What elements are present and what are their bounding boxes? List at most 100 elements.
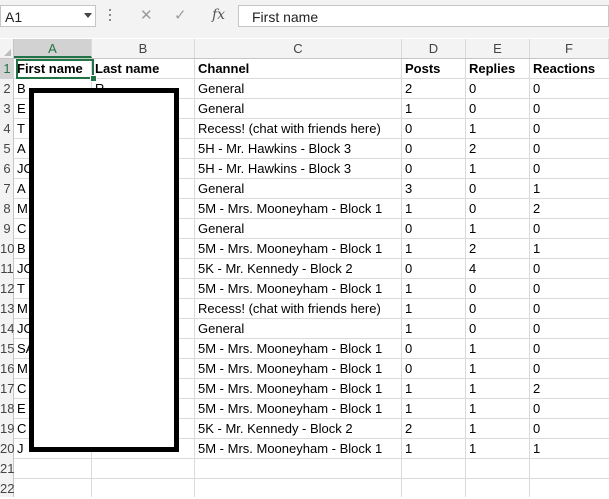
insert-function-icon[interactable]: fx: [212, 7, 225, 23]
cell-f18[interactable]: 0: [530, 399, 540, 419]
cell-c9[interactable]: General: [195, 219, 244, 239]
cell-a2[interactable]: B: [14, 79, 26, 99]
cell-e5[interactable]: 2: [466, 139, 476, 159]
cell-e20[interactable]: 1: [466, 439, 476, 459]
cell-b1[interactable]: Last name: [92, 59, 159, 79]
row-header-22[interactable]: 22: [0, 479, 14, 499]
cell-e10[interactable]: 2: [466, 239, 476, 259]
column-header-c[interactable]: C: [195, 39, 402, 58]
cell-a19[interactable]: C: [14, 419, 26, 439]
cell-a8[interactable]: M: [14, 199, 28, 219]
name-box[interactable]: A1: [0, 5, 96, 27]
row-header-16[interactable]: 16: [0, 359, 14, 379]
cell-f14[interactable]: 0: [530, 319, 540, 339]
cell-f10[interactable]: 1: [530, 239, 540, 259]
cell-c15[interactable]: 5M - Mrs. Mooneyham - Block 1: [195, 339, 382, 359]
cell-a5[interactable]: A: [14, 139, 26, 159]
row-header-8[interactable]: 8: [0, 199, 14, 219]
cell-a12[interactable]: T: [14, 279, 25, 299]
cell-d1[interactable]: Posts: [402, 59, 440, 79]
cell-c10[interactable]: 5M - Mrs. Mooneyham - Block 1: [195, 239, 382, 259]
cell-c5[interactable]: 5H - Mr. Hawkins - Block 3: [195, 139, 351, 159]
cell-f13[interactable]: 0: [530, 299, 540, 319]
cell-d16[interactable]: 0: [402, 359, 412, 379]
row-header-11[interactable]: 11: [0, 259, 14, 279]
cell-e13[interactable]: 0: [466, 299, 476, 319]
row-header-17[interactable]: 17: [0, 379, 14, 399]
cell-e15[interactable]: 1: [466, 339, 476, 359]
cell-d17[interactable]: 1: [402, 379, 412, 399]
cell-d4[interactable]: 0: [402, 119, 412, 139]
cell-c20[interactable]: 5M - Mrs. Mooneyham - Block 1: [195, 439, 382, 459]
cell-c12[interactable]: 5M - Mrs. Mooneyham - Block 1: [195, 279, 382, 299]
cell-e11[interactable]: 4: [466, 259, 476, 279]
cell-e6[interactable]: 1: [466, 159, 476, 179]
cell-c1[interactable]: Channel: [195, 59, 249, 79]
cell-a18[interactable]: E: [14, 399, 26, 419]
row-header-2[interactable]: 2: [0, 79, 14, 99]
row-header-5[interactable]: 5: [0, 139, 14, 159]
cell-a9[interactable]: C: [14, 219, 26, 239]
cell-f3[interactable]: 0: [530, 99, 540, 119]
cell-e8[interactable]: 0: [466, 199, 476, 219]
column-header-a[interactable]: A: [14, 39, 92, 58]
cell-d19[interactable]: 2: [402, 419, 412, 439]
cell-d11[interactable]: 0: [402, 259, 412, 279]
cell-e4[interactable]: 1: [466, 119, 476, 139]
cell-a16[interactable]: M: [14, 359, 28, 379]
cell-f9[interactable]: 0: [530, 219, 540, 239]
cell-e17[interactable]: 1: [466, 379, 476, 399]
cell-d18[interactable]: 1: [402, 399, 412, 419]
cancel-icon[interactable]: ✕: [140, 6, 153, 24]
cell-e12[interactable]: 0: [466, 279, 476, 299]
cell-d6[interactable]: 0: [402, 159, 412, 179]
cell-e19[interactable]: 1: [466, 419, 476, 439]
cell-a3[interactable]: E: [14, 99, 26, 119]
row-header-9[interactable]: 9: [0, 219, 14, 239]
row-header-21[interactable]: 21: [0, 459, 14, 479]
cell-f20[interactable]: 1: [530, 439, 540, 459]
cell-f7[interactable]: 1: [530, 179, 540, 199]
cell-d2[interactable]: 2: [402, 79, 412, 99]
row-header-14[interactable]: 14: [0, 319, 14, 339]
cell-e18[interactable]: 1: [466, 399, 476, 419]
cell-a10[interactable]: B: [14, 239, 26, 259]
drag-handle-icon[interactable]: [109, 9, 112, 23]
cell-c13[interactable]: Recess! (chat with friends here): [195, 299, 381, 319]
cell-c4[interactable]: Recess! (chat with friends here): [195, 119, 381, 139]
row-header-4[interactable]: 4: [0, 119, 14, 139]
cell-e7[interactable]: 0: [466, 179, 476, 199]
cell-f2[interactable]: 0: [530, 79, 540, 99]
cell-e9[interactable]: 1: [466, 219, 476, 239]
cell-f8[interactable]: 2: [530, 199, 540, 219]
cell-d9[interactable]: 0: [402, 219, 412, 239]
cell-f4[interactable]: 0: [530, 119, 540, 139]
cell-d13[interactable]: 1: [402, 299, 412, 319]
cell-a4[interactable]: T: [14, 119, 25, 139]
cell-c17[interactable]: 5M - Mrs. Mooneyham - Block 1: [195, 379, 382, 399]
cell-e16[interactable]: 1: [466, 359, 476, 379]
fill-handle[interactable]: [90, 75, 97, 82]
cell-f15[interactable]: 0: [530, 339, 540, 359]
row-header-19[interactable]: 19: [0, 419, 14, 439]
row-header-18[interactable]: 18: [0, 399, 14, 419]
cell-d20[interactable]: 1: [402, 439, 412, 459]
row-header-20[interactable]: 20: [0, 439, 14, 459]
cell-a13[interactable]: M: [14, 299, 28, 319]
row-header-6[interactable]: 6: [0, 159, 14, 179]
check-icon[interactable]: ✓: [174, 6, 187, 24]
row-header-10[interactable]: 10: [0, 239, 14, 259]
cell-a17[interactable]: C: [14, 379, 26, 399]
cell-c8[interactable]: 5M - Mrs. Mooneyham - Block 1: [195, 199, 382, 219]
cell-f16[interactable]: 0: [530, 359, 540, 379]
row-header-12[interactable]: 12: [0, 279, 14, 299]
cell-d5[interactable]: 0: [402, 139, 412, 159]
cell-c19[interactable]: 5K - Mr. Kennedy - Block 2: [195, 419, 353, 439]
cell-e2[interactable]: 0: [466, 79, 476, 99]
select-all-button[interactable]: [0, 39, 14, 58]
column-header-f[interactable]: F: [530, 39, 609, 58]
cell-f19[interactable]: 0: [530, 419, 540, 439]
cell-f11[interactable]: 0: [530, 259, 540, 279]
row-header-13[interactable]: 13: [0, 299, 14, 319]
cell-d8[interactable]: 1: [402, 199, 412, 219]
